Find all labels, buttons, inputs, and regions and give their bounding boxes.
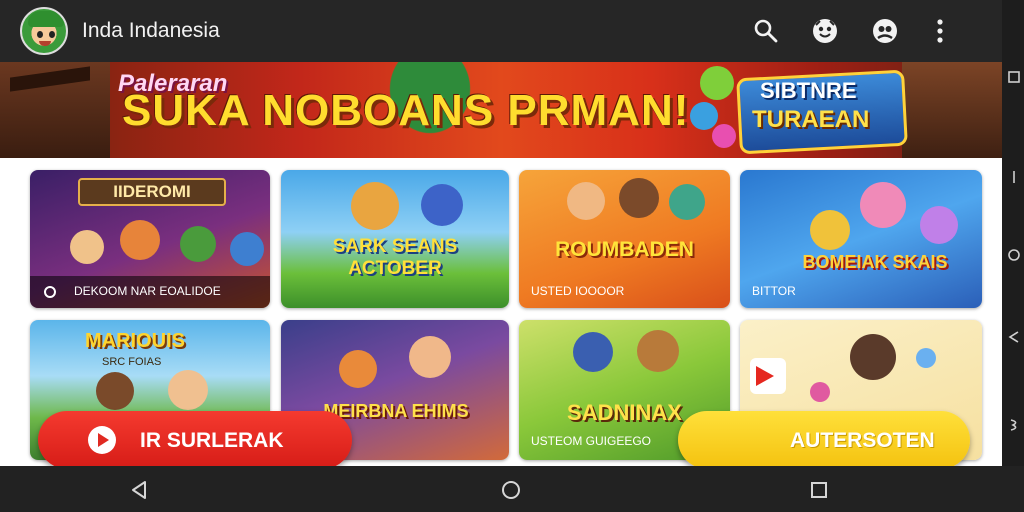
banner-badge-line2: TURAEAN bbox=[752, 106, 870, 133]
game-card[interactable]: SARK SEANS ACTOBER bbox=[281, 170, 509, 308]
card-subtitle: USTED IOOOOR bbox=[531, 284, 625, 298]
game-card[interactable]: IIDEROMI DEKOOM NAR EOALIDOE bbox=[30, 170, 270, 308]
building-illustration bbox=[0, 62, 110, 158]
home-icon[interactable] bbox=[501, 480, 521, 500]
primary-play-button[interactable]: IR SURLERAK bbox=[38, 411, 352, 466]
play-icon bbox=[756, 366, 774, 386]
app-screen: Inda Indanesia Paleraran SUKA NOBOANS PR… bbox=[0, 0, 1002, 466]
back-icon[interactable] bbox=[129, 480, 149, 500]
card-subtitle: DEKOOM NAR EOALIDOE bbox=[74, 284, 221, 298]
secondary-button[interactable]: AUTERSOTEN bbox=[678, 411, 970, 466]
recents-icon[interactable] bbox=[809, 480, 829, 500]
secondary-button-label: AUTERSOTEN bbox=[790, 429, 935, 452]
card-title: SARK SEANS ACTOBER bbox=[332, 236, 458, 279]
card-title: IIDEROMI bbox=[113, 182, 191, 201]
card-title: MARIOUIS bbox=[85, 330, 185, 352]
curve-icon[interactable] bbox=[1007, 418, 1021, 432]
avatar[interactable] bbox=[20, 7, 68, 55]
square-icon[interactable] bbox=[1007, 70, 1021, 84]
play-icon bbox=[88, 426, 116, 454]
bar-icon[interactable] bbox=[1007, 170, 1021, 184]
top-app-bar: Inda Indanesia bbox=[0, 0, 1002, 62]
banner-badge-line1: SIBTNRE bbox=[760, 78, 857, 103]
back-triangle-icon[interactable] bbox=[1007, 330, 1021, 344]
primary-button-label: IR SURLERAK bbox=[140, 429, 284, 452]
card-subtitle: BITTOR bbox=[752, 284, 796, 298]
card-title: BOMEIAK SKAIS bbox=[802, 252, 948, 272]
app-title: Inda Indanesia bbox=[82, 19, 220, 42]
card-subtitle: USTEOM GUIGEEGO bbox=[531, 434, 652, 448]
card-title: ROUMBADEN bbox=[555, 238, 694, 261]
account-icon[interactable] bbox=[870, 16, 900, 46]
building-illustration bbox=[902, 62, 1002, 158]
game-card[interactable]: ROUMBADEN USTED IOOOOR bbox=[519, 170, 730, 308]
face-icon[interactable] bbox=[810, 16, 840, 46]
card-title: MEIRBNA EHIMS bbox=[323, 401, 469, 421]
banner-headline: SUKA NOBOANS PRMAN! bbox=[122, 86, 690, 135]
search-icon[interactable] bbox=[751, 16, 781, 46]
game-card[interactable]: BOMEIAK SKAIS BITTOR bbox=[740, 170, 982, 308]
info-icon bbox=[44, 286, 56, 298]
card-subtitle: SRC FOIAS bbox=[102, 356, 162, 368]
circle-icon[interactable] bbox=[1007, 248, 1021, 262]
more-vert-icon[interactable] bbox=[925, 16, 955, 46]
